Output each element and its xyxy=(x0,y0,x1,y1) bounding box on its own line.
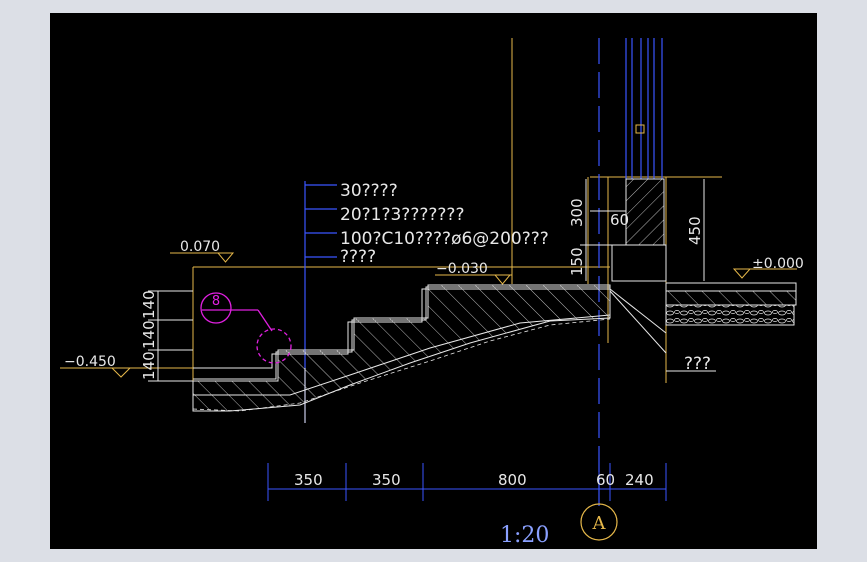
detail-ref-number: 8 xyxy=(212,294,220,309)
dim-riser-3: 140 xyxy=(140,351,158,380)
dim-h-350-b: 350 xyxy=(372,471,401,489)
stair-section-drawing: 8 30???? 20?1?3??????? 100?C10????ø6@200… xyxy=(60,38,804,548)
level-ground: ±0.000 xyxy=(752,256,804,272)
note-line-1: 30???? xyxy=(340,181,398,201)
stair-body xyxy=(192,284,611,423)
dim-riser-1: 140 xyxy=(140,290,158,319)
scale-label: 1:20 xyxy=(500,523,549,548)
cad-drawing-area: 8 30???? 20?1?3??????? 100?C10????ø6@200… xyxy=(50,13,817,549)
column-marker xyxy=(635,124,645,134)
axis-label: A xyxy=(592,513,607,534)
dim-wall-150: 150 xyxy=(568,247,586,276)
wall-section xyxy=(590,178,667,282)
dim-h-240: 240 xyxy=(625,471,654,489)
level-left-top: 0.070 xyxy=(180,239,220,255)
level-left-bottom: −0.450 xyxy=(64,354,116,370)
dim-wall-300: 300 xyxy=(568,198,586,227)
dim-h-350-a: 350 xyxy=(294,471,323,489)
ground-right xyxy=(609,282,797,354)
dim-riser-2: 140 xyxy=(140,320,158,349)
note-line-4: ???? xyxy=(340,247,376,267)
dim-wall-450: 450 xyxy=(686,216,704,245)
level-step-top: −0.030 xyxy=(436,261,488,277)
dim-h-800: 800 xyxy=(498,471,527,489)
wall-mark: 60 xyxy=(610,211,629,229)
note-line-2: 20?1?3??????? xyxy=(340,205,464,225)
dim-h-60: 60 xyxy=(596,471,615,489)
leader-note-right: ??? xyxy=(684,354,711,374)
note-line-3: 100?C10????ø6@200??? xyxy=(340,229,549,249)
